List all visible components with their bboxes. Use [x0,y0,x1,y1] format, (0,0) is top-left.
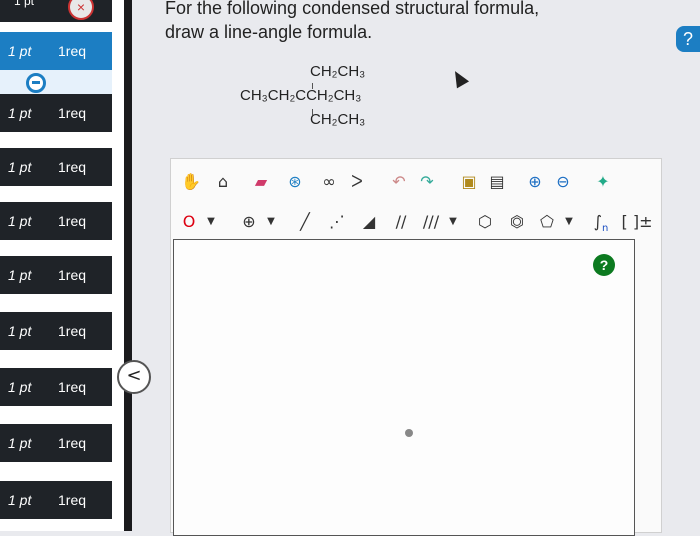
bond-down [312,109,313,115]
req-label: 1req [58,213,87,229]
chevron-down-icon[interactable]: ▼ [441,211,465,233]
canvas-point [405,429,413,437]
templates-icon[interactable]: ⊛ [283,171,307,193]
sidebar-item-4[interactable]: 1 pt 1req [0,202,112,240]
double-bond-icon[interactable]: // [389,211,413,233]
undo-icon[interactable]: ↶ [387,171,411,193]
wedge-bond-icon[interactable]: ◢ [357,211,381,233]
benzene-icon[interactable]: ⏣ [505,211,529,233]
sgroup-label: n [602,223,609,235]
condensed-formula: CH₂CH₃ CH₃CH₂CCH₂CH₃ CH₂CH₃ [240,60,365,132]
status-tile [0,70,112,94]
sidebar-item-7[interactable]: 1 pt 1req [0,368,112,406]
question-text: For the following condensed structural f… [165,0,539,44]
question-line-2: draw a line-angle formula. [165,22,373,42]
mouse-cursor-icon [448,67,470,89]
in-progress-icon [26,73,46,93]
req-label: 1req [58,323,87,339]
formula-middle: CH₃CH₂CCH₂CH₃ [240,87,362,104]
sidebar-top-label: 1 pt [14,0,35,8]
points-label: 1 pt [8,159,32,175]
req-label: 1req [58,105,87,121]
req-label: 1req [58,492,87,508]
sidebar-top-item[interactable]: 1 pt × [0,0,112,22]
bond-up [312,83,313,89]
cyclopentane-icon[interactable]: ⬠ [535,211,559,233]
sidebar-item-8[interactable]: 1 pt 1req [0,424,112,462]
formula-top: CH₂CH₃ [310,63,366,80]
sidebar-item-1[interactable]: 1 pt 1req [0,32,112,70]
points-label: 1 pt [8,105,32,121]
collapse-sidebar-button[interactable]: < [117,360,151,394]
copy-icon[interactable]: ▣ [457,171,481,193]
points-label: 1 pt [8,492,32,508]
sidebar-item-3[interactable]: 1 pt 1req [0,148,112,186]
sidebar-item-6[interactable]: 1 pt 1req [0,312,112,350]
points-label: 1 pt [8,379,32,395]
charge-plus-icon[interactable]: ⊕ [237,211,261,233]
sidebar-item-5[interactable]: 1 pt 1req [0,256,112,294]
req-label: 1req [58,159,87,175]
redo-icon[interactable]: ↷ [415,171,439,193]
zoom-out-icon[interactable]: ⊖ [551,171,575,193]
canvas-help-button[interactable]: ? [593,254,615,276]
req-label: 1req [58,43,87,59]
paste-icon[interactable]: ▤ [485,171,509,193]
triple-bond-icon[interactable]: /// [419,211,443,233]
points-label: 1 pt [8,267,32,283]
sidebar-item-2[interactable]: 1 pt 1req [0,94,112,132]
chain-icon[interactable]: ∞ [317,171,341,193]
structure-editor: ✋ ⌂ ▰ ⊛ ∞ ᐳ ↶ ↷ ▣ ▤ ⊕ ⊖ ✦ O ▼ ⊕ ▼ ╱ ⋰ ◢ … [170,158,662,536]
chevron-down-icon[interactable]: ▼ [199,211,223,233]
rotate-icon[interactable]: ᐳ [345,171,369,193]
points-label: 1 pt [8,213,32,229]
sidebar-divider [124,0,132,531]
req-label: 1req [58,267,87,283]
clean-icon[interactable]: ✦ [591,171,615,193]
question-sidebar: 1 pt × 1 pt 1req 1 pt 1req 1 pt 1req 1 p… [0,0,124,531]
cyclohexane-icon[interactable]: ⬡ [473,211,497,233]
help-tab[interactable]: ? [676,26,700,52]
formula-bottom: CH₂CH₃ [310,111,366,128]
eraser-icon[interactable]: ▰ [249,171,273,193]
hand-icon[interactable]: ✋ [179,171,203,193]
chevron-down-icon[interactable]: ▼ [557,211,581,233]
sidebar-item-9[interactable]: 1 pt 1req [0,481,112,519]
points-label: 1 pt [8,435,32,451]
lasso-icon[interactable]: ⌂ [211,171,235,193]
question-line-1: For the following condensed structural f… [165,0,540,18]
zoom-in-icon[interactable]: ⊕ [523,171,547,193]
chevron-down-icon[interactable]: ▼ [259,211,283,233]
req-label: 1req [58,379,87,395]
req-label: 1req [58,435,87,451]
points-label: 1 pt [8,323,32,339]
hashed-bond-icon[interactable]: ⋰ [325,211,349,233]
drawing-canvas[interactable] [173,239,635,536]
atom-oxygen-tool[interactable]: O [177,211,201,233]
points-label: 1 pt [8,43,32,59]
single-bond-icon[interactable]: ╱ [293,211,317,233]
bracket-tool[interactable]: [ ]± [621,211,653,233]
sgroup-icon[interactable]: ∫n [589,211,613,235]
close-icon[interactable]: × [68,0,94,20]
